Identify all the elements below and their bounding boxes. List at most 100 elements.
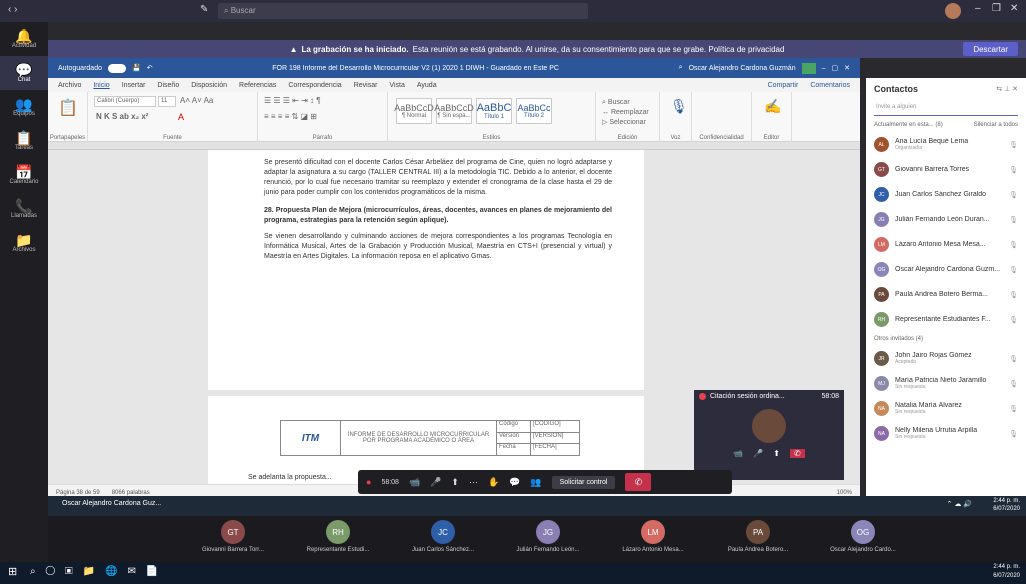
tab-archivo[interactable]: Archivo — [58, 82, 81, 89]
align-icons[interactable]: ≡ ≡ ≡ ≡ ⇅ ◪ ⊞ — [264, 112, 317, 121]
font-select[interactable]: Calibri (Cuerpo) — [94, 96, 156, 107]
mute-all-link[interactable]: Silenciar a todos — [974, 122, 1018, 128]
share-button[interactable]: Compartir — [768, 82, 799, 89]
document-page[interactable]: Se presentó dificultad con el docente Ca… — [208, 150, 644, 390]
hangup-icon[interactable]: ✆ — [789, 449, 805, 458]
paste-icon[interactable]: 📋 — [58, 98, 78, 118]
camera-icon[interactable]: 📹 — [733, 449, 743, 458]
mic-icon[interactable]: 🎤 — [430, 477, 441, 488]
tab-disposicion[interactable]: Disposición — [191, 82, 227, 89]
tab-revisar[interactable]: Revisar — [354, 82, 378, 89]
dictate-icon[interactable]: 🎙 — [670, 98, 688, 115]
search-input[interactable]: ⌕ Buscar — [218, 3, 588, 19]
invite-input[interactable]: Invite a alguien — [874, 102, 1018, 116]
presenter-name[interactable]: Oscar Alejandro Cardona Guz... — [62, 500, 161, 507]
share-screen-icon[interactable]: ⬆ — [773, 449, 780, 458]
chat-icon[interactable]: 💬 — [509, 477, 520, 488]
meeting-popup[interactable]: Citación sesión ordina... 58:08 📹 🎤 ⬆ ✆ — [694, 390, 844, 480]
contact-row[interactable]: JG Julián Fernando León Duran... 🎙 — [866, 207, 1026, 232]
mic-icon[interactable]: 🎙 — [1009, 166, 1018, 174]
maximize-icon[interactable]: ▢ — [832, 64, 839, 72]
tab-inicio[interactable]: Inicio — [93, 82, 109, 89]
maximize-icon[interactable]: ❐ — [992, 3, 1001, 14]
discard-button[interactable]: Descartar — [963, 42, 1018, 56]
rail-calendar[interactable]: 📅 Calendario — [0, 158, 48, 192]
close-icon[interactable]: ✕ — [844, 64, 850, 72]
tab-ayuda[interactable]: Ayuda — [417, 82, 437, 89]
tab-diseno[interactable]: Diseño — [157, 82, 179, 89]
mic-icon[interactable]: 🎙 — [1009, 316, 1018, 324]
back-forward-icon[interactable]: ‹ › — [8, 4, 17, 15]
panel-icons[interactable]: ⇆ ⊥ ✕ — [996, 85, 1018, 93]
style-heading2[interactable]: AaBbCc Título 2 — [516, 98, 552, 124]
mic-icon[interactable]: 🎙 — [1009, 430, 1018, 438]
mic-icon[interactable]: 🎙 — [1009, 380, 1018, 388]
rail-teams[interactable]: 👥 Equipos — [0, 90, 48, 124]
hangup-button[interactable]: ✆ — [625, 473, 652, 491]
close-icon[interactable]: ✕ — [1010, 3, 1018, 14]
autosave-toggle[interactable] — [107, 63, 126, 73]
comments-button[interactable]: Comentarios — [810, 82, 850, 89]
save-icon[interactable]: 💾 — [132, 64, 141, 72]
participant-tile[interactable]: LM Lázaro Antonio Mesa... — [608, 520, 698, 560]
tab-insertar[interactable]: Insertar — [122, 82, 146, 89]
undo-icon[interactable]: ↶ — [147, 64, 153, 72]
editor-icon[interactable]: ✍ — [764, 98, 781, 115]
taskbar-apps[interactable]: ⌕◯▣📁🌐✉📄 — [30, 566, 168, 577]
minimize-icon[interactable]: – — [822, 65, 826, 72]
contact-row[interactable]: OG Oscar Alejandro Cardona Guzm... 🎙 — [866, 257, 1026, 282]
others-section-label[interactable]: Otros invitados (4) — [866, 332, 1026, 346]
rail-bell[interactable]: 🔔 Actividad — [0, 22, 48, 56]
tab-correspondencia[interactable]: Correspondencia — [288, 82, 341, 89]
tab-vista[interactable]: Vista — [389, 82, 404, 89]
participant-tile[interactable]: GT Giovanni Barrera Torr... — [188, 520, 278, 560]
font-size-select[interactable]: 11 — [158, 96, 176, 107]
mic-icon[interactable]: 🎙 — [1009, 241, 1018, 249]
minimize-icon[interactable]: – — [975, 3, 981, 14]
compose-icon[interactable]: ✎ — [200, 4, 208, 15]
camera-icon[interactable]: 📹 — [409, 477, 420, 488]
contact-row[interactable]: GT Giovanni Barrera Torres 🎙 — [866, 157, 1026, 182]
page-count[interactable]: Página 38 de 59 — [56, 490, 100, 496]
contact-row[interactable]: MJ María Patricia Nieto Jaramillo Sin resp… — [866, 371, 1026, 396]
mic-icon[interactable]: 🎙 — [1009, 291, 1018, 299]
more-icon[interactable]: ⋯ — [469, 477, 478, 488]
word-count[interactable]: 8066 palabras — [112, 490, 150, 496]
mic-icon[interactable]: 🎙 — [1009, 405, 1018, 413]
style-heading1[interactable]: AaBbC Título 1 — [476, 98, 512, 124]
contact-row[interactable]: RH Representante Estudiantes F... 🎙 — [866, 307, 1026, 332]
raise-hand-icon[interactable]: ✋ — [488, 477, 499, 488]
style-no-spacing[interactable]: AaBbCcD ¶ Sin espa... — [434, 98, 474, 124]
participant-tile[interactable]: RH Representante Estudi... — [293, 520, 383, 560]
avatar[interactable] — [945, 3, 961, 19]
mic-icon[interactable]: 🎙 — [1009, 216, 1018, 224]
rail-chat[interactable]: 💬 Chat — [0, 56, 48, 90]
rail-assignments[interactable]: 📋 Tareas — [0, 124, 48, 158]
format-icons[interactable]: N K S ab x₂ x² — [96, 112, 148, 121]
rail-files[interactable]: 📁 Archivos — [0, 226, 48, 260]
participant-tile[interactable]: JG Julián Fernando León... — [503, 520, 593, 560]
participant-tile[interactable]: JC Juan Carlos Sánchez... — [398, 520, 488, 560]
share-tray-icon[interactable]: ⬆ — [451, 477, 459, 488]
list-icons[interactable]: ☰ ☰ ☰ ⇤ ⇥ ↕ ¶ — [264, 96, 321, 105]
active-section-label[interactable]: Actualmente en esta... (8) — [874, 122, 943, 128]
request-control-button[interactable]: Solicitar control — [551, 475, 616, 489]
contact-row[interactable]: NA Natalia María Álvarez Sin respuesta 🎙 — [866, 396, 1026, 421]
zoom-level[interactable]: 100% — [837, 490, 852, 496]
participant-tile[interactable]: PA Paula Andrea Botero... — [713, 520, 803, 560]
participant-tile[interactable]: OG Oscar Alejandro Cardo... — [818, 520, 908, 560]
contact-row[interactable]: JC Juan Carlos Sánchez Giraldo 🎙 — [866, 182, 1026, 207]
contact-row[interactable]: AL Ana Lucía Bequé Lema Organizador 🎙 — [866, 132, 1026, 157]
user-avatar[interactable] — [801, 62, 816, 74]
search-icon[interactable]: ⌕ — [679, 64, 683, 72]
contact-row[interactable]: NA Nelly Milena Urrutia Arpilla Sin respue… — [866, 421, 1026, 446]
mic-icon[interactable]: 🎤 — [753, 449, 763, 458]
rail-calls[interactable]: 📞 Llamadas — [0, 192, 48, 226]
mic-icon[interactable]: 🎙 — [1009, 355, 1018, 363]
mic-icon[interactable]: 🎙 — [1009, 141, 1018, 149]
font-color-icon[interactable]: A — [178, 112, 184, 122]
contact-row[interactable]: LM Lázaro Antonio Mesa Mesa... 🎙 — [866, 232, 1026, 257]
mic-icon[interactable]: 🎙 — [1009, 266, 1018, 274]
windows-start-icon[interactable]: ⊞ — [8, 565, 17, 578]
editing-icons[interactable]: ⌕ Buscar ↔ Reemplazar ▷ Seleccionar — [602, 98, 649, 128]
